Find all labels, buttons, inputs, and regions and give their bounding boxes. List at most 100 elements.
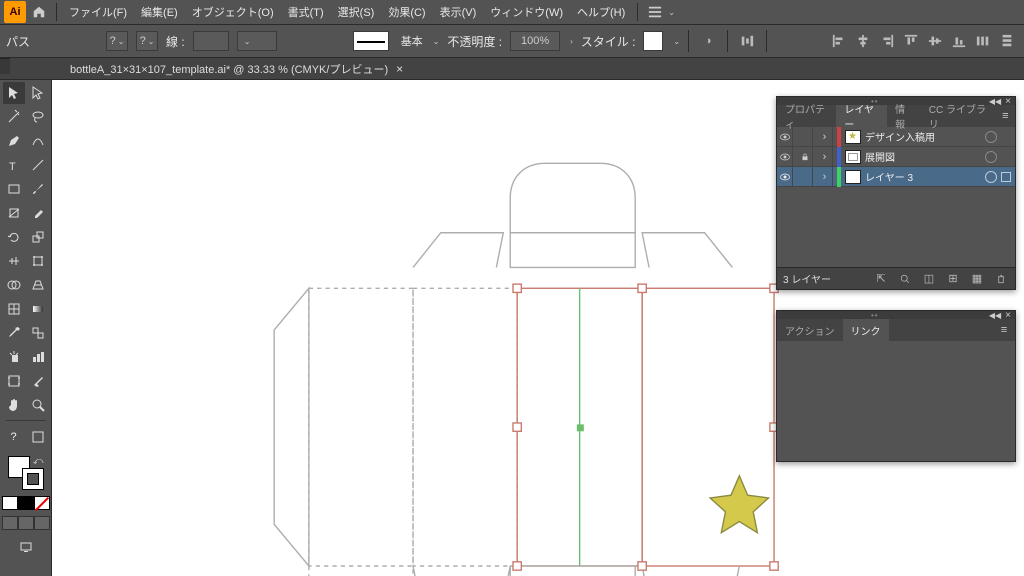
align-hcenter-icon[interactable] — [852, 30, 874, 52]
tab-properties[interactable]: プロパティ — [777, 105, 836, 127]
layer-row[interactable]: › レイヤー 3 — [777, 167, 1015, 187]
export-icon[interactable]: ⇱ — [873, 271, 889, 287]
align-vcenter-icon[interactable] — [924, 30, 946, 52]
perspective-tool[interactable] — [27, 274, 49, 296]
layer-row[interactable]: › デザイン入稿用 — [777, 127, 1015, 147]
zoom-tool[interactable] — [27, 394, 49, 416]
brush-definition[interactable] — [353, 31, 389, 51]
toggle-tool[interactable] — [27, 426, 49, 448]
distribute-h-icon[interactable] — [972, 30, 994, 52]
align-icon[interactable] — [736, 30, 758, 52]
expand-toggle[interactable]: › — [817, 167, 833, 187]
width-tool[interactable] — [3, 250, 25, 272]
gradient-tool[interactable] — [27, 298, 49, 320]
curvature-tool[interactable] — [27, 130, 49, 152]
locate-icon[interactable] — [897, 271, 913, 287]
hand-tool[interactable] — [3, 394, 25, 416]
panel-dragbar[interactable]: •• ◀◀ × — [777, 311, 1015, 319]
menu-help[interactable]: ヘルプ(H) — [571, 2, 631, 22]
magic-wand-tool[interactable] — [3, 106, 25, 128]
artboard-tool[interactable] — [3, 370, 25, 392]
opacity-field[interactable]: 100% — [510, 31, 560, 51]
screen-mode-tool[interactable] — [15, 536, 37, 558]
clip-mask-icon[interactable]: ◫ — [921, 271, 937, 287]
color-mode-color[interactable] — [2, 496, 18, 510]
align-right-icon[interactable] — [876, 30, 898, 52]
tab-cc-libraries[interactable]: CC ライブラリ — [921, 105, 996, 127]
selection-tool[interactable] — [3, 82, 25, 104]
tab-info[interactable]: 情報 — [887, 105, 921, 127]
distribute-v-icon[interactable] — [996, 30, 1018, 52]
panel-menu-icon[interactable]: ≡ — [996, 105, 1015, 127]
column-graph-tool[interactable] — [27, 346, 49, 368]
workspace-switcher[interactable]: ⌄ — [644, 3, 679, 21]
type-tool[interactable]: T — [3, 154, 25, 176]
shape-builder-tool[interactable] — [3, 274, 25, 296]
mesh-tool[interactable] — [3, 298, 25, 320]
direct-selection-tool[interactable] — [27, 82, 49, 104]
delete-layer-icon[interactable] — [993, 271, 1009, 287]
lock-toggle[interactable] — [797, 127, 813, 147]
menu-object[interactable]: オブジェクト(O) — [186, 2, 280, 22]
color-mode-none[interactable] — [34, 496, 50, 510]
tab-layers[interactable]: レイヤー — [836, 105, 887, 127]
stroke-swatch-field[interactable]: ?⌄ — [136, 31, 158, 51]
visibility-toggle[interactable] — [777, 167, 793, 187]
close-icon[interactable]: × — [396, 62, 403, 76]
lock-toggle[interactable] — [797, 147, 813, 167]
scale-tool[interactable] — [27, 226, 49, 248]
eraser-tool[interactable] — [27, 202, 49, 224]
chevron-down-icon[interactable]: ⌄ — [433, 37, 440, 46]
tab-actions[interactable]: アクション — [777, 319, 843, 341]
eyedropper-tool[interactable] — [3, 322, 25, 344]
panel-menu-icon[interactable]: ≡ — [993, 319, 1015, 341]
lasso-tool[interactable] — [27, 106, 49, 128]
menu-type[interactable]: 書式(T) — [282, 2, 330, 22]
selection-indicator[interactable] — [1001, 172, 1011, 182]
paintbrush-tool[interactable] — [27, 178, 49, 200]
align-top-icon[interactable] — [900, 30, 922, 52]
menu-effect[interactable]: 効果(C) — [382, 2, 431, 22]
app-icon[interactable]: Ai — [4, 1, 26, 23]
menu-file[interactable]: ファイル(F) — [63, 2, 133, 22]
draw-inside[interactable] — [34, 516, 50, 530]
new-layer-icon[interactable]: ▦ — [969, 271, 985, 287]
chevron-down-icon[interactable]: ⌄ — [673, 37, 680, 46]
rotate-tool[interactable] — [3, 226, 25, 248]
visibility-toggle[interactable] — [777, 147, 793, 167]
stroke-weight-field[interactable]: ⌄ — [237, 31, 277, 51]
align-bottom-icon[interactable] — [948, 30, 970, 52]
target-icon[interactable] — [985, 131, 997, 143]
tab-links[interactable]: リンク — [843, 319, 889, 341]
menu-edit[interactable]: 編集(E) — [135, 2, 184, 22]
recolor-icon[interactable]: ◑ — [697, 30, 719, 52]
pen-tool[interactable] — [3, 130, 25, 152]
symbol-sprayer-tool[interactable] — [3, 346, 25, 368]
blend-tool[interactable] — [27, 322, 49, 344]
align-left-icon[interactable] — [828, 30, 850, 52]
menu-select[interactable]: 選択(S) — [332, 2, 381, 22]
selection-indicator[interactable] — [1001, 152, 1011, 162]
menu-view[interactable]: 表示(V) — [434, 2, 483, 22]
menu-window[interactable]: ウィンドウ(W) — [484, 2, 569, 22]
new-sublayer-icon[interactable]: ⊞ — [945, 271, 961, 287]
fill-swatch-field[interactable]: ?⌄ — [106, 31, 128, 51]
slice-tool[interactable] — [27, 370, 49, 392]
layer-row[interactable]: › 展開図 — [777, 147, 1015, 167]
layer-name[interactable]: レイヤー 3 — [865, 169, 981, 184]
layer-name[interactable]: デザイン入稿用 — [865, 129, 981, 144]
line-tool[interactable] — [27, 154, 49, 176]
lock-toggle[interactable] — [797, 167, 813, 187]
shaper-tool[interactable] — [3, 202, 25, 224]
home-icon[interactable] — [28, 1, 50, 23]
target-icon[interactable] — [985, 151, 997, 163]
rectangle-tool[interactable] — [3, 178, 25, 200]
draw-behind[interactable] — [18, 516, 34, 530]
unknown-tool[interactable]: ? — [3, 426, 25, 448]
document-tab[interactable]: bottleA_31×31×107_template.ai* @ 33.33 %… — [60, 58, 413, 80]
selection-indicator[interactable] — [1001, 132, 1011, 142]
color-mode-gradient[interactable] — [18, 496, 34, 510]
target-icon[interactable] — [985, 171, 997, 183]
layer-name[interactable]: 展開図 — [865, 149, 981, 164]
graphic-style-swatch[interactable] — [643, 31, 663, 51]
